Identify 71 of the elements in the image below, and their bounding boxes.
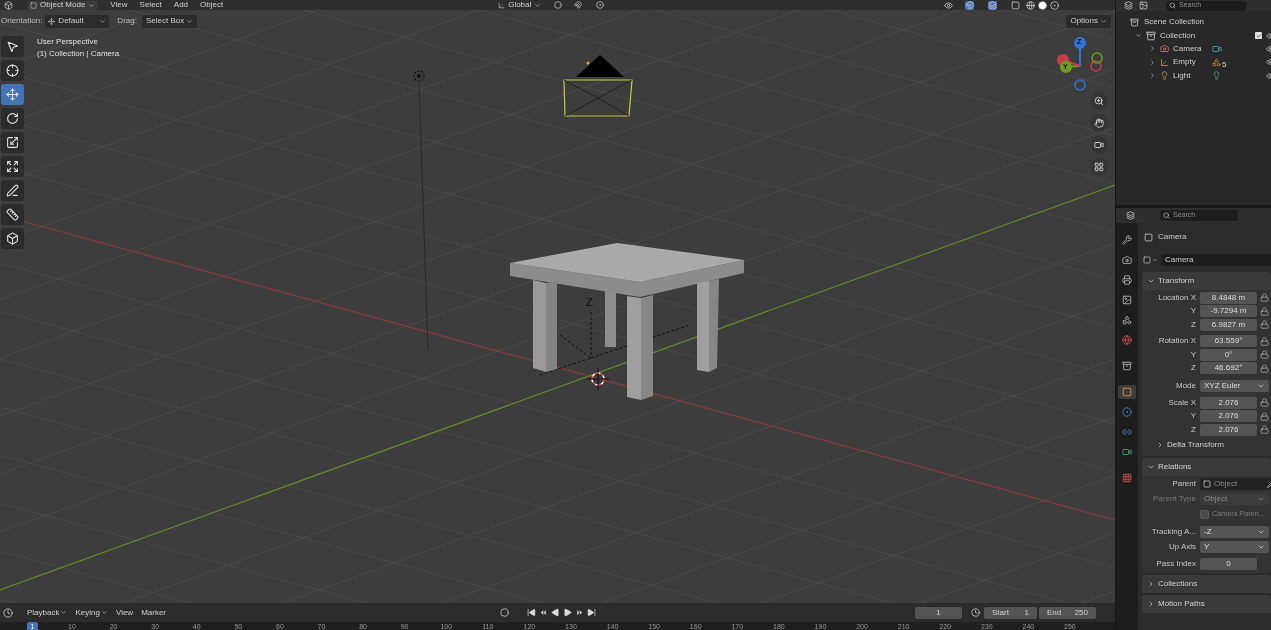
panel-header[interactable]: Delta Transform xyxy=(1142,436,1269,454)
orientation-dropdown[interactable]: Global xyxy=(495,0,545,10)
field-value: 1 xyxy=(1024,606,1030,619)
number-field[interactable]: 6.9827 m xyxy=(1200,318,1257,331)
orientation-dropdown[interactable]: Default xyxy=(45,14,110,28)
field-label: Z xyxy=(1190,362,1197,375)
dropdown[interactable]: Y xyxy=(1200,541,1269,553)
field-label: Location X xyxy=(1157,291,1197,304)
number-field[interactable]: 0° xyxy=(1200,348,1257,361)
object-label[interactable]: Empty xyxy=(1173,56,1203,69)
dropdown-value: -Z xyxy=(1204,526,1212,538)
end-frame-field[interactable]: End 250 xyxy=(1039,606,1097,619)
object-name: Camera xyxy=(1158,231,1187,243)
dropdown-value: XYZ Euler xyxy=(1204,379,1241,392)
number-field[interactable]: 46.692° xyxy=(1200,362,1257,375)
menu-item[interactable]: Keying xyxy=(75,606,108,619)
panel-header[interactable]: Relations xyxy=(1142,457,1271,476)
menu-item[interactable]: Add xyxy=(173,0,189,11)
panel-header[interactable]: Transform xyxy=(1142,272,1271,290)
field-label: Pass Index xyxy=(1155,558,1197,571)
viewport-info-text: User Perspective xyxy=(37,36,99,48)
field-label: Y xyxy=(1189,348,1197,361)
field-label: Parent xyxy=(1171,478,1197,490)
field-label: Y xyxy=(1189,410,1197,423)
field-label: End xyxy=(1047,606,1062,619)
options-dropdown[interactable]: Options xyxy=(1066,14,1111,28)
field-label: Tracking A... xyxy=(1150,526,1197,538)
number-field[interactable]: -9.7294 m xyxy=(1200,305,1257,318)
dropdown[interactable]: XYZ Euler xyxy=(1200,379,1269,392)
start-frame-field[interactable]: Start 1 xyxy=(984,606,1038,619)
dropdown-value: Object xyxy=(1204,493,1228,505)
mode-dropdown[interactable]: Object Mode xyxy=(27,0,99,10)
field-label: Up Axis xyxy=(1167,541,1197,553)
field-label: Z xyxy=(1190,318,1197,331)
number-field[interactable]: 2.076 xyxy=(1200,396,1257,409)
dropdown[interactable]: -Z xyxy=(1200,526,1269,538)
field-label: Rotation X xyxy=(1157,335,1197,348)
dropdown-value: Y xyxy=(1204,541,1210,553)
field-label: Y xyxy=(1189,305,1197,318)
object-input[interactable]: Object xyxy=(1214,478,1264,490)
viewport-info-text: (1) Collection | Camera xyxy=(37,48,120,60)
number-field[interactable]: 8.4848 m xyxy=(1200,291,1257,304)
field-label: Scale X xyxy=(1167,396,1197,409)
menu-item[interactable]: Object xyxy=(200,0,224,11)
number-field[interactable]: 63.559° xyxy=(1200,335,1257,348)
orientation-label: Orientation: xyxy=(1,15,43,27)
scene-collection-label[interactable]: Scene Collection xyxy=(1144,16,1205,28)
number-field[interactable]: 0 xyxy=(1200,558,1257,571)
field-label: Z xyxy=(1190,423,1197,436)
panel-header[interactable]: Motion Paths xyxy=(1142,595,1271,613)
field-label: Start xyxy=(992,606,1009,619)
number-field[interactable]: 2.076 xyxy=(1200,410,1257,423)
menu-item[interactable]: View xyxy=(115,606,134,619)
object-label[interactable]: Light xyxy=(1173,69,1203,82)
menu-item[interactable]: View xyxy=(110,0,128,11)
drag-label: Drag: xyxy=(117,15,137,27)
menu-item[interactable]: Marker xyxy=(141,606,167,619)
name-field[interactable]: Camera xyxy=(1161,254,1271,266)
menu-item[interactable]: Playback xyxy=(27,606,68,619)
menu-item[interactable]: Select xyxy=(139,0,162,11)
field-value: 250 xyxy=(1074,606,1089,619)
current-frame-field[interactable]: 1 xyxy=(915,606,963,619)
drag-dropdown[interactable]: Select Box xyxy=(141,14,198,28)
collection-label[interactable]: Collection xyxy=(1160,29,1196,42)
number-field[interactable]: 2.076 xyxy=(1200,423,1257,436)
field-label: Mode xyxy=(1175,379,1197,392)
count-label: 5 xyxy=(1222,61,1227,70)
panel-header[interactable]: Collections xyxy=(1142,575,1271,593)
object-label[interactable]: Camera xyxy=(1173,42,1203,55)
field-label: Parent Type xyxy=(1152,493,1197,505)
object-field[interactable]: Object xyxy=(1200,478,1271,490)
